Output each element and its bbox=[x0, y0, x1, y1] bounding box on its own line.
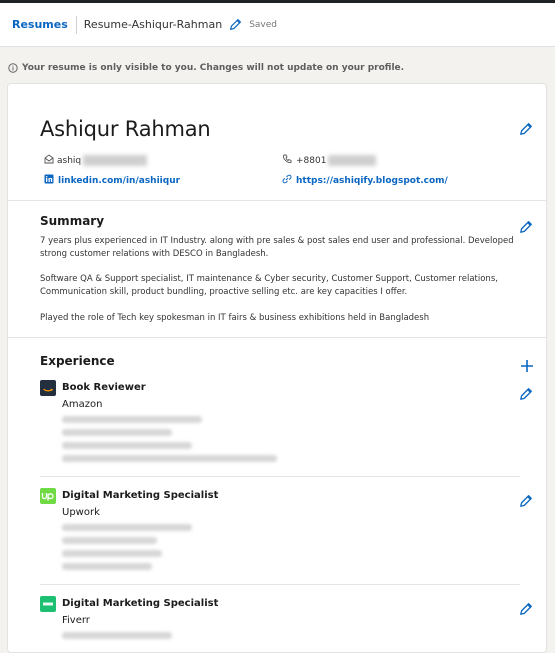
blurred-detail bbox=[62, 563, 152, 570]
amazon-logo-icon bbox=[40, 380, 56, 396]
linkedin-link[interactable]: linkedin.com/in/ashiiqur bbox=[44, 174, 180, 187]
blurred-detail bbox=[62, 632, 172, 639]
experience-heading: Experience bbox=[40, 354, 115, 368]
blurred-detail bbox=[62, 416, 202, 423]
edit-summary-pencil-icon[interactable] bbox=[519, 220, 533, 234]
website-link[interactable]: https://ashiqify.blogspot.com/ bbox=[282, 174, 448, 187]
topbar-divider bbox=[75, 15, 77, 34]
resume-name: Resume-Ashiqur-Rahman bbox=[83, 18, 223, 31]
blurred-detail bbox=[62, 524, 192, 531]
experience-company: Fiverr bbox=[62, 615, 90, 626]
experience-title: Book Reviewer bbox=[62, 382, 146, 393]
experience-company: Amazon bbox=[62, 399, 103, 410]
add-experience-plus-icon[interactable] bbox=[520, 359, 534, 373]
blurred-detail bbox=[62, 429, 172, 436]
section-divider bbox=[8, 337, 546, 338]
notice-text: Your resume is only visible to you. Chan… bbox=[22, 62, 405, 73]
email-contact: ashiq bbox=[44, 154, 148, 167]
resume-card: Ashiqur Rahman ashiq +8801 linkedin.com/… bbox=[7, 83, 547, 653]
phone-redacted bbox=[328, 155, 377, 166]
visibility-notice: Your resume is only visible to you. Chan… bbox=[8, 58, 404, 77]
edit-experience-pencil-icon[interactable] bbox=[519, 494, 533, 508]
blurred-detail bbox=[62, 455, 277, 462]
website-url: https://ashiqify.blogspot.com/ bbox=[296, 175, 448, 186]
upwork-logo-icon bbox=[40, 488, 56, 504]
rename-pencil-icon[interactable] bbox=[229, 18, 242, 31]
resume-builder-topbar: Resumes Resume-Ashiqur-Rahman Saved bbox=[0, 3, 555, 47]
email-icon bbox=[44, 154, 54, 167]
item-divider bbox=[40, 584, 520, 585]
experience-title: Digital Marketing Specialist bbox=[62, 598, 219, 609]
experience-company: Upwork bbox=[62, 507, 100, 518]
blurred-detail bbox=[62, 537, 157, 544]
resumes-link[interactable]: Resumes bbox=[12, 18, 68, 31]
saved-status: Saved bbox=[249, 19, 277, 30]
phone-icon bbox=[282, 154, 292, 167]
summary-heading: Summary bbox=[40, 214, 105, 228]
info-icon bbox=[8, 58, 18, 77]
email-redacted bbox=[83, 155, 148, 166]
profile-name: Ashiqur Rahman bbox=[40, 117, 211, 141]
summary-paragraph-3: Played the role of Tech key spokesman in… bbox=[40, 313, 430, 323]
edit-experience-pencil-icon[interactable] bbox=[519, 387, 533, 401]
item-divider bbox=[40, 476, 520, 477]
section-divider bbox=[8, 200, 546, 201]
blurred-detail bbox=[62, 442, 192, 449]
linkedin-icon bbox=[44, 174, 54, 187]
linkedin-url: linkedin.com/in/ashiiqur bbox=[58, 175, 181, 186]
phone-prefix: +8801 bbox=[296, 155, 327, 166]
link-icon bbox=[282, 174, 292, 187]
summary-paragraph-2: Software QA & Support specialist, IT mai… bbox=[40, 274, 498, 297]
experience-title: Digital Marketing Specialist bbox=[62, 490, 219, 501]
edit-header-pencil-icon[interactable] bbox=[519, 122, 533, 136]
fiverr-logo-icon bbox=[40, 596, 56, 612]
blurred-detail bbox=[62, 550, 162, 557]
email-prefix: ashiq bbox=[57, 155, 82, 166]
summary-paragraph-1: 7 years plus experienced in IT Industry.… bbox=[40, 236, 514, 259]
edit-experience-pencil-icon[interactable] bbox=[519, 602, 533, 616]
phone-contact: +8801 bbox=[282, 154, 377, 167]
